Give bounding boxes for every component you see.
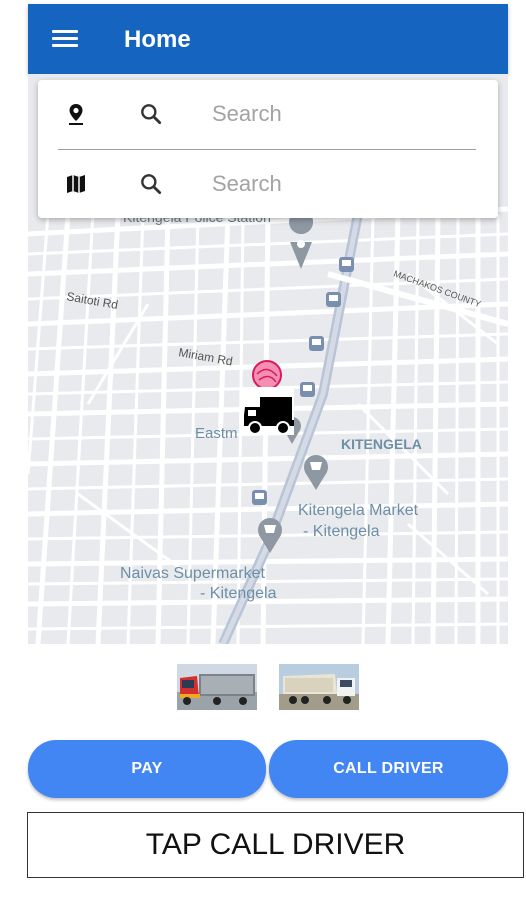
red-truck-image bbox=[177, 664, 257, 710]
origin-search-input[interactable] bbox=[210, 94, 474, 134]
search-icon[interactable] bbox=[138, 101, 164, 127]
search-icon[interactable] bbox=[138, 171, 164, 197]
map-label-market-line1: Kitengela Market bbox=[298, 502, 419, 519]
hamburger-menu-icon[interactable] bbox=[52, 30, 78, 48]
map-label-market-line2: - Kitengela bbox=[303, 523, 380, 540]
instruction-banner: TAP CALL DRIVER bbox=[27, 812, 524, 878]
map-label-naivas-line2: - Kitengela bbox=[200, 585, 277, 602]
search-card bbox=[38, 80, 498, 218]
pay-button[interactable]: PAY bbox=[28, 740, 266, 798]
map-label-kitengela: KITENGELA bbox=[341, 436, 422, 452]
tipper-truck-image bbox=[279, 664, 359, 710]
bus-stop-icon[interactable] bbox=[339, 257, 354, 272]
pink-location-dot-icon[interactable] bbox=[252, 360, 282, 390]
destination-search-row bbox=[38, 150, 498, 218]
shopping-cart-icon[interactable] bbox=[304, 455, 328, 490]
bus-stop-icon[interactable] bbox=[300, 382, 315, 397]
app-bar: Home bbox=[28, 4, 508, 74]
bus-stop-icon[interactable] bbox=[309, 336, 324, 351]
map-label-saitoti-rd: Saitoti Rd bbox=[65, 289, 119, 312]
map-icon bbox=[67, 175, 85, 193]
location-pin-icon bbox=[69, 104, 83, 125]
vehicle-thumbnail-1[interactable] bbox=[177, 664, 257, 710]
map-label-naivas-line1: Naivas Supermarket bbox=[120, 565, 266, 582]
vehicle-thumbnail-2[interactable] bbox=[279, 664, 359, 710]
truck-icon[interactable] bbox=[242, 387, 294, 435]
destination-search-input[interactable] bbox=[210, 164, 474, 204]
bus-stop-icon[interactable] bbox=[326, 292, 341, 307]
page-title: Home bbox=[124, 26, 191, 53]
bus-stop-icon[interactable] bbox=[252, 490, 267, 505]
origin-search-row bbox=[38, 80, 498, 148]
map-label-eastmatt: Eastm bbox=[195, 425, 238, 442]
call-driver-button[interactable]: CALL DRIVER bbox=[269, 740, 508, 798]
